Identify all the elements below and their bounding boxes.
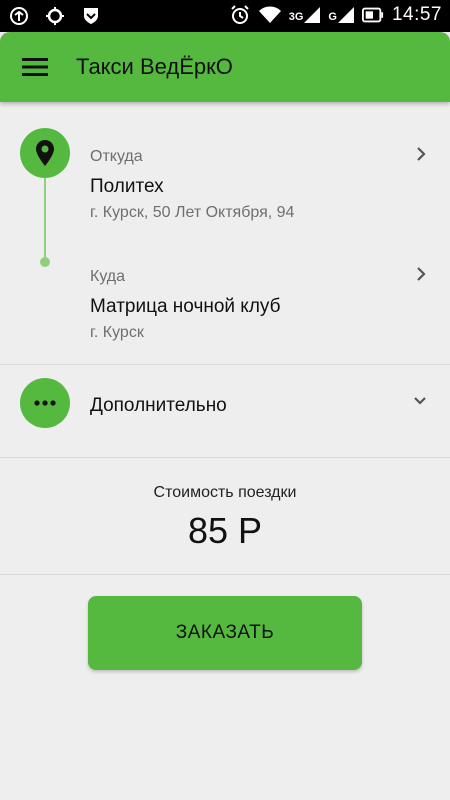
from-address: г. Курск, 50 Лет Октября, 94 [90,204,295,221]
more-badge [20,378,70,428]
route-from-row[interactable]: Откуда Политех г. Курск, 50 Лет Октября,… [0,122,450,232]
location-pin-badge [20,128,70,178]
menu-button[interactable] [14,49,56,85]
more-dots-icon [34,400,56,406]
network-type-label: 3G [288,11,304,23]
network-3g-indicator: 3G [289,7,321,23]
battery-icon [361,4,384,26]
location-pin-icon [36,140,54,166]
price-value: 85 Р [187,510,263,551]
from-place: Политех [90,176,164,197]
network-type-label-2: G [328,11,337,23]
alarm-icon [229,4,251,26]
network-g-indicator: G [328,7,354,23]
additional-options-row[interactable]: Дополнительно [0,365,450,458]
sync-icon [44,5,66,27]
price-label: Стоимость поездки [153,484,297,501]
chevron-right-icon [417,147,426,161]
app-bar: Такси ВедЁркО [0,32,450,102]
screen: 3G G 14:57 Такси ВедЁркО Откуда Политех … [0,0,450,800]
clock: 14:57 [391,4,442,25]
page-title: Такси ВедЁркО [76,54,233,79]
status-bar: 3G G 14:57 [0,0,450,32]
to-place: Матрица ночной клуб [90,296,281,317]
price-section: Стоимость поездки 85 Р [0,458,450,575]
to-address: г. Курск [90,324,144,341]
shield-icon [80,5,102,27]
order-button[interactable]: ЗАКАЗАТЬ [88,596,362,670]
signal-icon-2 [337,7,354,23]
route-section: Откуда Политех г. Курск, 50 Лет Октября,… [0,102,450,365]
chevron-right-icon [417,267,426,281]
wifi-icon [258,4,281,26]
chevron-down-icon [414,397,426,405]
additional-options-label: Дополнительно [90,395,227,416]
usb-debug-icon [8,5,30,27]
signal-icon [304,7,321,23]
route-to-row[interactable]: Куда Матрица ночной клуб г. Курск [0,242,450,352]
hamburger-menu-icon [22,58,48,76]
from-label: Откуда [90,148,143,165]
to-label: Куда [90,268,126,285]
status-bar-right: 3G G 14:57 [229,4,442,26]
status-bar-left [8,5,102,27]
